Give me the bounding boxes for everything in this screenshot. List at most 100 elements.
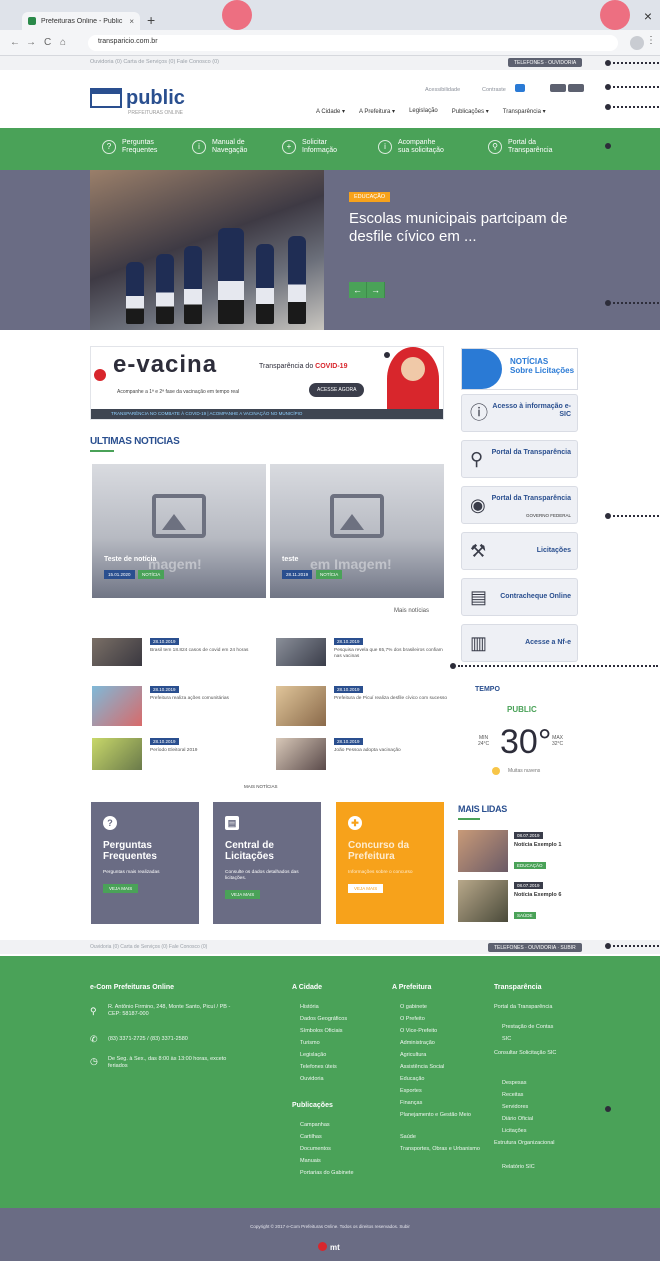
mais-noticias-link[interactable]: Mais notícias	[394, 608, 429, 614]
footer-link[interactable]: Saúde	[400, 1134, 416, 1141]
forward-icon[interactable]: →	[26, 37, 36, 48]
footer-link[interactable]: Agricultura	[400, 1052, 426, 1059]
evacina-access-button[interactable]: ACESSE AGORA	[309, 383, 365, 397]
home-icon[interactable]: ⌂	[60, 37, 66, 48]
utility-links[interactable]: Ouvidoria (0) Carta de Serviços (0) Fale…	[90, 59, 219, 65]
tempo-title: TEMPO	[475, 686, 500, 693]
footer-link[interactable]: SIC	[502, 1036, 511, 1043]
list-item[interactable]: 28.10.2019 Brasil tem 18.824 casos de co…	[92, 638, 266, 668]
accessibility-link[interactable]: Acessibilidade	[425, 87, 460, 93]
sidebar-item-esic[interactable]: ⓘ Acesso à informação e-SIC	[461, 394, 578, 432]
footer-link[interactable]: Símbolos Oficiais	[300, 1028, 343, 1035]
footer-link[interactable]: Documentos	[300, 1146, 331, 1153]
footer-link[interactable]: O Vice-Prefeito	[400, 1028, 437, 1035]
nav-transparencia[interactable]: Transparência ▾	[503, 108, 546, 115]
quicklink-acompanhe-solicitacao[interactable]: i Acompanhe sua solicitação	[378, 139, 444, 155]
font-decrease-button[interactable]	[568, 84, 584, 92]
list-item[interactable]: 08.07.2019 Notícia Exemplo 6 SAÚDE	[458, 880, 578, 922]
hero-next-button[interactable]: →	[367, 282, 385, 298]
list-item[interactable]: 28.10.2019 Pesquisa revela que 65,7% dos…	[276, 638, 450, 668]
footer-link[interactable]: O Prefeito	[400, 1016, 425, 1023]
footer-link[interactable]: Licitações	[502, 1128, 526, 1135]
footer-link[interactable]: Consultar Solicitação SIC	[494, 1050, 584, 1057]
footer-link[interactable]: Telefones úteis	[300, 1064, 337, 1071]
contrast-toggle[interactable]	[515, 84, 525, 92]
footer-link[interactable]: Dados Geográficos	[300, 1016, 347, 1023]
reload-icon[interactable]: C	[44, 37, 51, 48]
site-logo[interactable]: public	[90, 88, 185, 108]
close-tab-icon[interactable]: ×	[129, 17, 134, 26]
nav-a-cidade[interactable]: A Cidade ▾	[316, 108, 345, 115]
sidebar-item-portal-federal[interactable]: ◉ Portal da Transparência GOVERNO FEDERA…	[461, 486, 578, 524]
card-central-licitacoes[interactable]: ▤ Central de Licitações Consulte os dados…	[213, 802, 321, 924]
hero-photo[interactable]	[90, 170, 324, 330]
nav-legislacao[interactable]: Legislação	[409, 108, 438, 115]
footer-link[interactable]: Diário Oficial	[502, 1116, 533, 1123]
list-item[interactable]: 28.10.2019 João Pessoa adopta vacinação	[276, 738, 450, 770]
footer-link[interactable]: Prestação de Contas	[502, 1024, 553, 1031]
developer-brand[interactable]: mt	[318, 1242, 340, 1252]
footer-link[interactable]: Manuais	[300, 1158, 321, 1165]
browser-tab[interactable]: Prefeituras Online - Public ×	[22, 12, 140, 30]
footer-link[interactable]: O gabinete	[400, 1004, 427, 1011]
telefones-ouvidoria-pill[interactable]: TELEFONES · OUVIDORIA	[508, 58, 583, 67]
footer-link[interactable]: Ouvidoria	[300, 1076, 324, 1083]
news-card[interactable]: magem! Teste de notícia 15.01.2020 NOTÍC…	[92, 464, 266, 598]
quicklink-manual-navegacao[interactable]: i Manual de Navegação	[192, 139, 247, 155]
sidebar-item-licitacoes[interactable]: ⚒ Licitações	[461, 532, 578, 570]
veja-mais-button[interactable]: VEJA MAIS	[348, 884, 384, 893]
hero-title[interactable]: Escolas municipais partcipam de desfile …	[349, 210, 569, 246]
footer-link[interactable]: Cartilhas	[300, 1134, 322, 1141]
footer-link[interactable]: Finanças	[400, 1100, 422, 1107]
utility-links[interactable]: Ouvidoria (0) Carta de Serviços (0) Fale…	[90, 944, 207, 950]
profile-avatar[interactable]	[630, 36, 644, 50]
sidebar-item-portal-transparencia[interactable]: ⚲ Portal da Transparência	[461, 440, 578, 478]
footer-link[interactable]: Campanhas	[300, 1122, 330, 1129]
footer-link[interactable]: Servidores	[502, 1104, 528, 1111]
footer-link[interactable]: Receitas	[502, 1092, 523, 1099]
footer-link[interactable]: Administração	[400, 1040, 435, 1047]
footer-link[interactable]: Turismo	[300, 1040, 320, 1047]
card-concurso-prefeitura[interactable]: ✚ Concurso da Prefeitura Informações sobr…	[336, 802, 444, 924]
telefones-subir-pill[interactable]: TELEFONES · OUVIDORIA · SUBIR	[488, 943, 582, 952]
footer-link[interactable]: Esportes	[400, 1088, 422, 1095]
veja-mais-button[interactable]: VEJA MAIS	[103, 884, 139, 893]
footer-link[interactable]: Planejamento e Gestão Meio	[400, 1112, 480, 1119]
nav-a-prefeitura[interactable]: A Prefeitura ▾	[359, 108, 395, 115]
list-item[interactable]: 28.10.2019 Período Eleitoral 2019	[92, 738, 266, 770]
list-item[interactable]: 28.10.2019 Prefeitura realiza ações comu…	[92, 686, 266, 726]
new-tab-button[interactable]: +	[147, 12, 155, 28]
sidebar-item-nfe[interactable]: ▥ Acesse a Nf-e	[461, 624, 578, 662]
browser-menu-icon[interactable]: ⋮	[646, 35, 656, 46]
footer-link[interactable]: Estrutura Organizacional	[494, 1140, 574, 1147]
url-input[interactable]: transparicio.com.br	[88, 35, 618, 51]
window-close-icon[interactable]: ×	[644, 8, 652, 24]
back-icon[interactable]: ←	[10, 37, 20, 48]
list-item[interactable]: 28.10.2019 Prefeitura de Picuí realiza d…	[276, 686, 450, 726]
evacina-banner[interactable]: e-vacina Transparência do COVID-19 Acomp…	[90, 346, 444, 420]
card-perguntas-frequentes[interactable]: ? Perguntas Frequentes Perguntas mais rea…	[91, 802, 199, 924]
footer-link[interactable]: Portarias do Gabinete	[300, 1170, 354, 1177]
footer-link[interactable]: Transportes, Obras e Urbanismo	[400, 1146, 480, 1153]
sidebar-item-contracheque[interactable]: ▤ Contracheque Online	[461, 578, 578, 616]
nav-publicacoes[interactable]: Publicações ▾	[452, 108, 489, 115]
footer-link[interactable]: Assistência Social	[400, 1064, 444, 1071]
contrast-link[interactable]: Contraste	[482, 87, 506, 93]
font-increase-button[interactable]	[550, 84, 566, 92]
list-item[interactable]: 08.07.2019 Notícia Exemplo 1 EDUCAÇÃO	[458, 830, 578, 872]
quicklink-perguntas-frequentes[interactable]: ? Perguntas Frequentes	[102, 139, 157, 155]
news-thumbnail	[92, 638, 142, 666]
mais-noticias-button[interactable]: MAIS NOTÍCIAS	[244, 784, 278, 789]
footer-link[interactable]: Relatório SIC	[502, 1164, 535, 1171]
quicklink-solicitar-informacao[interactable]: + Solicitar Informação	[282, 139, 337, 155]
quicklink-portal-transparencia[interactable]: ⚲ Portal da Transparência	[488, 139, 553, 155]
footer-link[interactable]: Despesas	[502, 1080, 526, 1087]
hero-prev-button[interactable]: ←	[349, 282, 367, 298]
footer-link[interactable]: Legislação	[300, 1052, 326, 1059]
news-card[interactable]: em Imagem! teste 28.11.2019 NOTÍCIA	[270, 464, 444, 598]
footer-link[interactable]: Educação	[400, 1076, 424, 1083]
veja-mais-button[interactable]: VEJA MAIS	[225, 890, 261, 899]
footer-link[interactable]: História	[300, 1004, 319, 1011]
footer-link[interactable]: Portal da Transparência	[494, 1004, 584, 1011]
noticias-licitacoes-box[interactable]: NOTÍCIAS Sobre Licitações	[461, 348, 578, 390]
